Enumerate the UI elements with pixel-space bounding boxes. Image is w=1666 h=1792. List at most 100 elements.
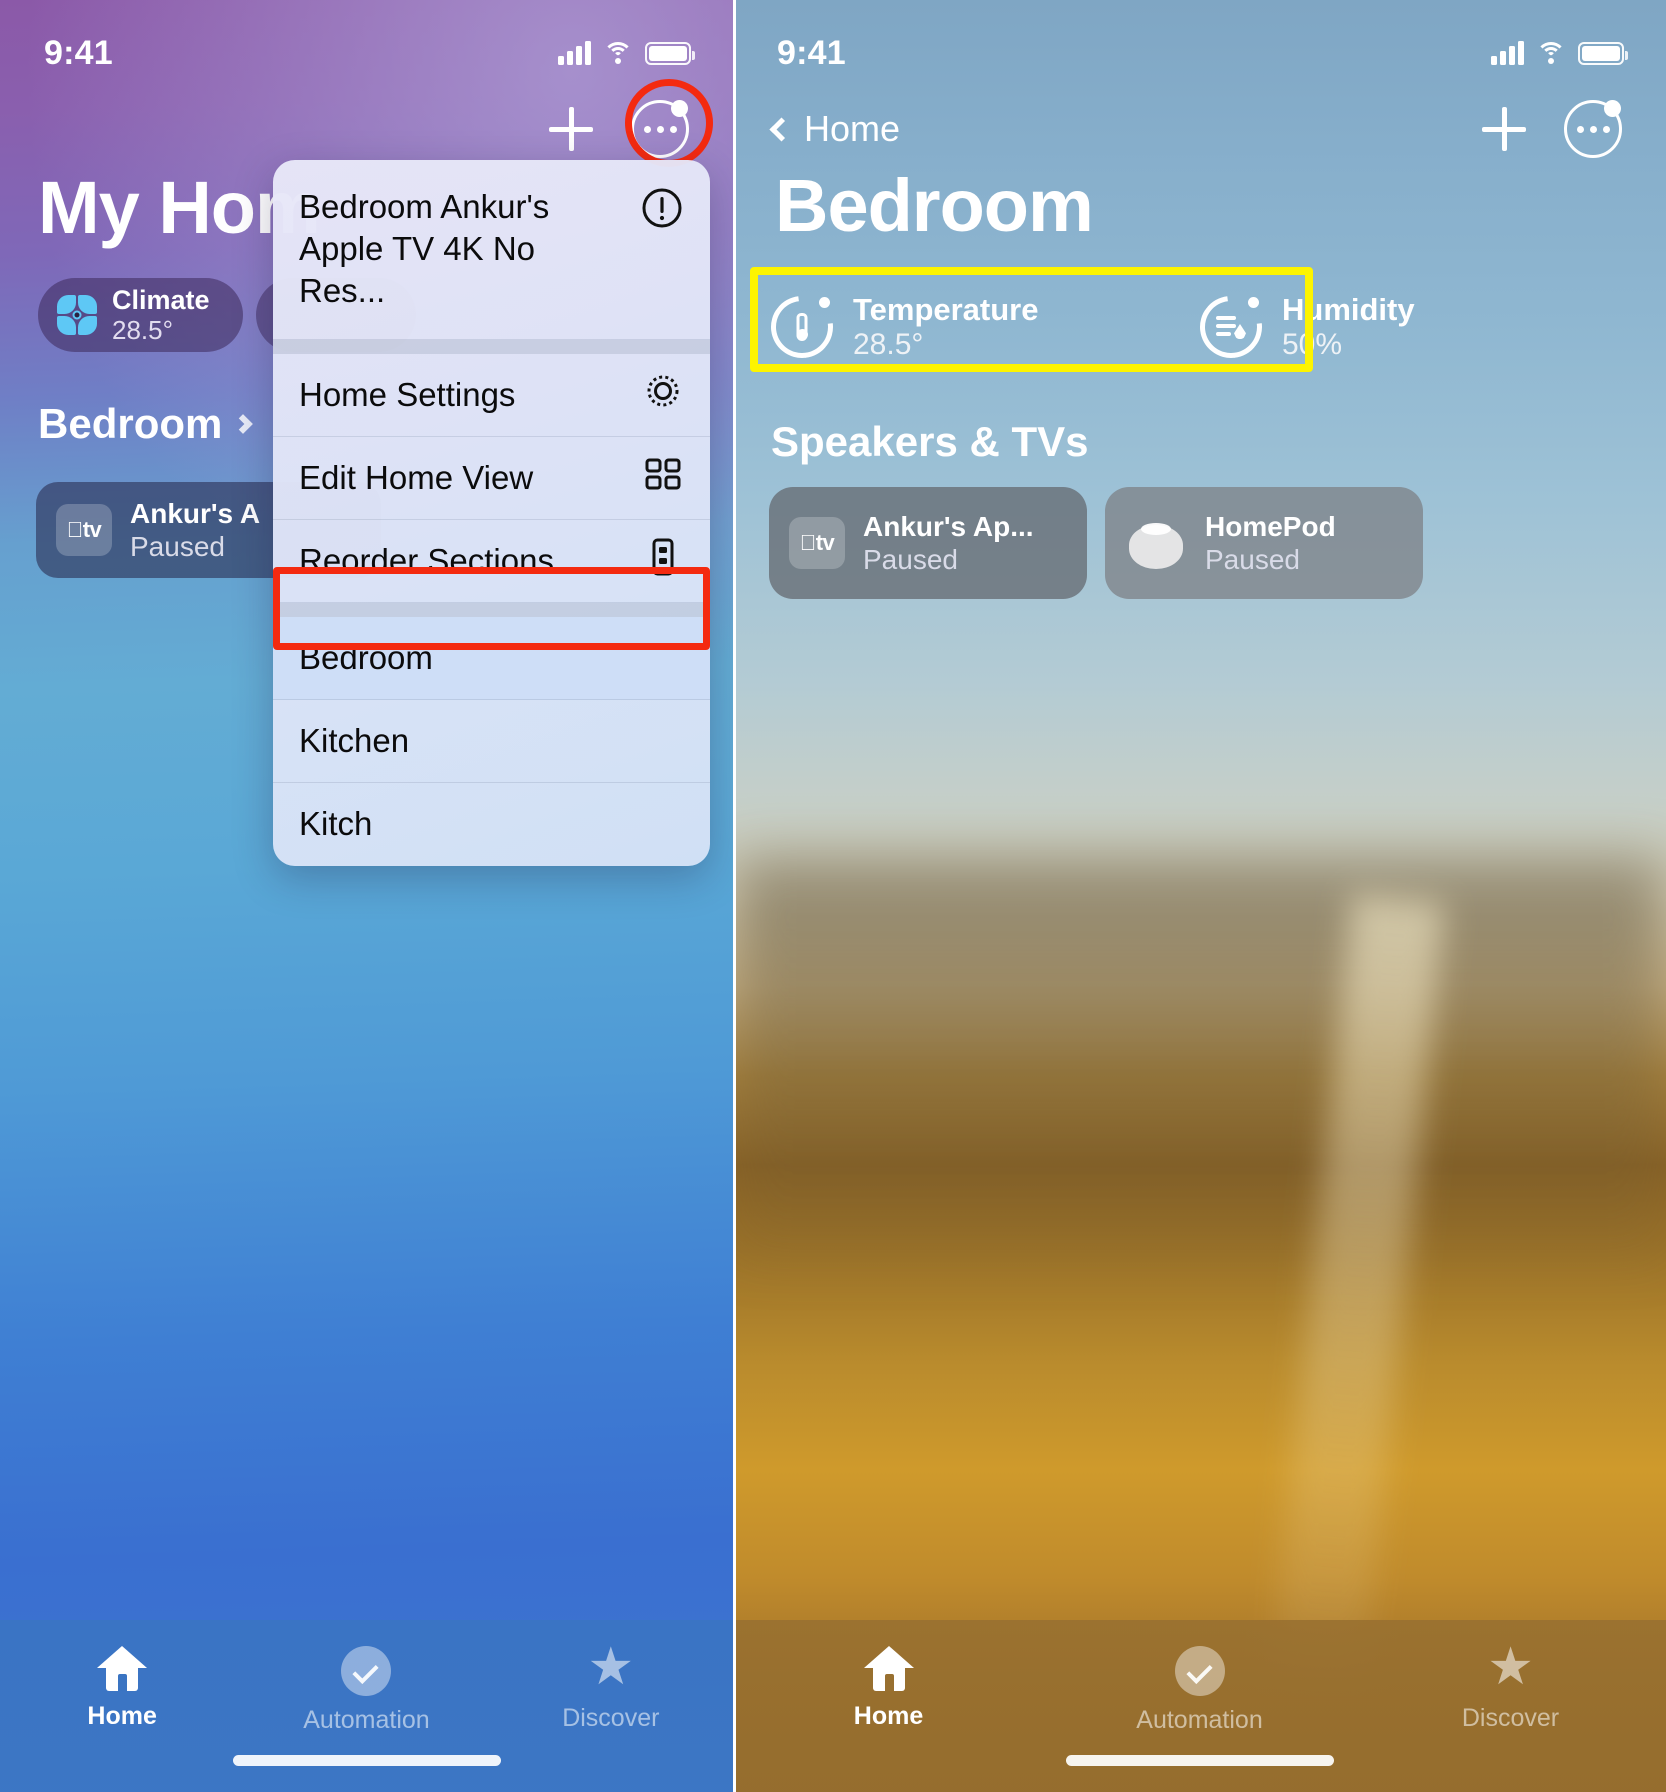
tile-apple-tv-status: Paused — [863, 544, 958, 575]
humidity-gauge-icon — [1200, 296, 1262, 358]
menu-item-home-settings[interactable]: Home Settings — [273, 354, 710, 437]
tab-automation[interactable]: Automation — [244, 1646, 488, 1735]
chevron-right-icon — [233, 414, 254, 434]
wifi-icon — [603, 42, 633, 64]
more-button[interactable] — [1564, 100, 1622, 158]
accessory-card-status: Paused — [130, 531, 225, 562]
tab-home[interactable]: Home — [733, 1646, 1044, 1731]
tile-apple-tv-title: Ankur's Ap... — [863, 510, 1034, 542]
menu-divider-1 — [273, 339, 710, 354]
annotation-red-circle-more-button — [625, 79, 713, 167]
sensor-humidity-label: Humidity — [1282, 291, 1415, 327]
nav-actions-right — [1482, 100, 1622, 158]
menu-item-bedroom-label: Bedroom — [299, 638, 433, 676]
room-header-label: Bedroom — [38, 400, 223, 447]
menu-item-home-settings-label: Home Settings — [299, 375, 516, 413]
tab-home-label: Home — [87, 1702, 157, 1730]
status-bar-right: 9:41 — [733, 0, 1666, 86]
tab-home-label: Home — [853, 1702, 924, 1730]
menu-item-edit-home-view[interactable]: Edit Home View — [273, 437, 710, 520]
battery-icon — [1578, 41, 1628, 65]
battery-icon — [645, 41, 695, 65]
thermometer-gauge-icon — [771, 296, 833, 358]
menu-item-reorder-sections-label: Reorder Sections — [299, 541, 554, 579]
house-icon — [97, 1646, 148, 1692]
cellular-bars-icon — [558, 41, 591, 65]
grid-squares-icon — [642, 453, 684, 503]
more-badge — [1604, 100, 1621, 117]
sensor-humidity-value: 50% — [1282, 327, 1343, 361]
menu-item-edit-home-view-label: Edit Home View — [299, 458, 534, 496]
tab-automation-label: Automation — [303, 1706, 430, 1734]
tab-discover-label: Discover — [562, 1704, 660, 1732]
right-phone-screen: 9:41 Home Bedroom Temperature 28.5° Humi… — [733, 0, 1666, 1792]
menu-item-status-label: Bedroom Ankur's Apple TV 4K No Res... — [299, 188, 550, 310]
accessory-card-title: Ankur's A — [130, 497, 261, 529]
sensor-temperature-value: 28.5° — [853, 327, 924, 361]
tab-automation-label: Automation — [1136, 1706, 1263, 1734]
status-indicators — [558, 41, 695, 65]
exclamation-circle-icon — [640, 186, 684, 240]
apple-tv-icon: tv — [789, 517, 845, 569]
tab-home[interactable]: Home — [0, 1646, 244, 1731]
menu-item-kitch-label: Kitch — [299, 805, 373, 843]
wifi-icon — [1536, 42, 1566, 64]
panel-divider — [733, 0, 736, 1792]
tab-discover-label: Discover — [1461, 1704, 1560, 1732]
sensor-humidity[interactable]: Humidity 50% — [1200, 292, 1629, 363]
apple-tv-icon: tv — [56, 504, 112, 556]
star-icon: ★ — [1487, 1638, 1534, 1696]
home-indicator-left — [232, 1755, 501, 1766]
section-title-speakers-tvs: Speakers & TVs — [771, 418, 1089, 465]
sensor-row: Temperature 28.5° Humidity 50% — [771, 280, 1629, 374]
room-header-bedroom[interactable]: Bedroom — [38, 400, 254, 448]
status-time: 9:41 — [44, 33, 113, 72]
tab-automation[interactable]: Automation — [1044, 1646, 1355, 1735]
menu-divider-2 — [273, 602, 710, 617]
fan-icon — [56, 294, 98, 336]
screenshot-stage: 9:41 My Hom Climate 28.5° Bedroom tv Ank… — [0, 0, 1666, 1792]
wallpaper-right — [733, 0, 1666, 1792]
tile-homepod[interactable]: HomePod Paused — [1105, 487, 1423, 599]
status-indicators-right — [1491, 41, 1628, 65]
status-bar-left: 9:41 — [0, 0, 733, 86]
tab-discover[interactable]: ★ Discover — [1355, 1638, 1666, 1733]
gear-icon — [642, 370, 684, 420]
climate-tile-title: Climate — [112, 285, 210, 316]
cellular-bars-icon — [1491, 41, 1524, 65]
tab-bar-right: Home Automation ★ Discover — [733, 1620, 1666, 1792]
sensor-temperature[interactable]: Temperature 28.5° — [771, 292, 1200, 363]
back-button-label: Home — [804, 108, 901, 149]
menu-item-kitch[interactable]: Kitch — [273, 783, 710, 866]
menu-item-kitchen-label: Kitchen — [299, 721, 410, 759]
tab-bar-left: Home Automation ★ Discover — [0, 1620, 733, 1792]
reorder-list-icon — [642, 536, 684, 586]
tile-homepod-status: Paused — [1205, 544, 1300, 575]
tile-homepod-title: HomePod — [1205, 510, 1336, 542]
menu-item-reorder-sections[interactable]: Reorder Sections — [273, 520, 710, 603]
home-indicator-right — [1065, 1755, 1334, 1766]
climate-tile-value: 28.5° — [112, 314, 174, 345]
add-button[interactable] — [549, 107, 593, 151]
star-icon: ★ — [587, 1638, 635, 1696]
automation-check-icon — [1174, 1646, 1225, 1696]
tile-apple-tv[interactable]: tv Ankur's Ap... Paused — [769, 487, 1087, 599]
nav-bar-right: Home — [733, 86, 1666, 172]
left-phone-screen: 9:41 My Hom Climate 28.5° Bedroom tv Ank… — [0, 0, 733, 1792]
chevron-left-icon — [769, 116, 794, 142]
menu-item-bedroom[interactable]: Bedroom — [273, 616, 710, 700]
sensor-temperature-label: Temperature — [853, 291, 1039, 327]
climate-tile[interactable]: Climate 28.5° — [38, 278, 243, 352]
menu-item-kitchen[interactable]: Kitchen — [273, 700, 710, 783]
context-menu[interactable]: Bedroom Ankur's Apple TV 4K No Res... Ho… — [273, 160, 710, 866]
homepod-icon — [1125, 517, 1187, 569]
page-title-right: Bedroom — [775, 164, 1094, 247]
house-icon — [863, 1646, 914, 1692]
menu-item-status[interactable]: Bedroom Ankur's Apple TV 4K No Res... — [273, 160, 710, 340]
automation-check-icon — [341, 1646, 392, 1696]
back-button-home[interactable]: Home — [769, 108, 901, 150]
accessory-tiles: tv Ankur's Ap... Paused HomePod Paused — [769, 487, 1423, 599]
add-button[interactable] — [1482, 107, 1526, 151]
status-time-right: 9:41 — [777, 33, 846, 72]
tab-discover[interactable]: ★ Discover — [489, 1638, 733, 1733]
